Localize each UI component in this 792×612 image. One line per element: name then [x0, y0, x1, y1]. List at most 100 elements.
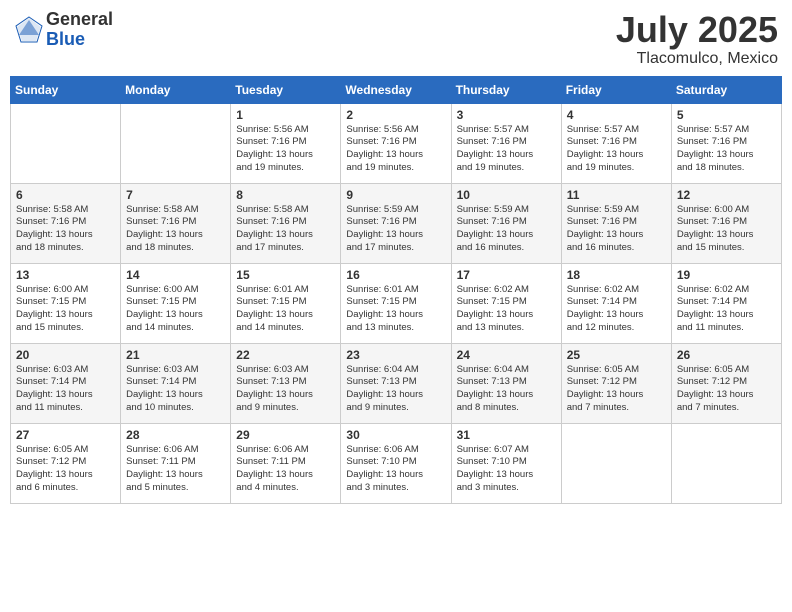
- day-info: Sunrise: 6:05 AM Sunset: 7:12 PM Dayligh…: [677, 364, 776, 415]
- day-info: Sunrise: 5:58 AM Sunset: 7:16 PM Dayligh…: [126, 204, 225, 255]
- table-cell: 10 Sunrise: 5:59 AM Sunset: 7:16 PM Dayli…: [451, 183, 561, 263]
- table-cell: 11Sunrise: 5:59 AM Sunset: 7:16 PM Dayli…: [561, 183, 671, 263]
- weekday-header-wednesday: Wednesday: [341, 76, 451, 103]
- day-number: 25: [567, 348, 666, 362]
- day-number: 29: [236, 428, 335, 442]
- table-cell: 29 Sunrise: 6:06 AM Sunset: 7:11 PM Dayli…: [231, 423, 341, 503]
- page-header: General Blue July 2025 Tlacomulco, Mexic…: [10, 10, 782, 68]
- day-info: Sunrise: 6:07 AM Sunset: 7:10 PM Dayligh…: [457, 444, 556, 495]
- day-number: 10: [457, 188, 556, 202]
- table-cell: 19 Sunrise: 6:02 AM Sunset: 7:14 PM Dayli…: [671, 263, 781, 343]
- day-info: Sunrise: 6:03 AM Sunset: 7:14 PM Dayligh…: [16, 364, 115, 415]
- day-info: Sunrise: 6:02 AM Sunset: 7:14 PM Dayligh…: [567, 284, 666, 335]
- day-info: Sunrise: 5:56 AM Sunset: 7:16 PM Dayligh…: [236, 124, 335, 175]
- table-cell: 31 Sunrise: 6:07 AM Sunset: 7:10 PM Dayli…: [451, 423, 561, 503]
- day-number: 20: [16, 348, 115, 362]
- day-number: 17: [457, 268, 556, 282]
- day-info: Sunrise: 6:06 AM Sunset: 7:11 PM Dayligh…: [126, 444, 225, 495]
- table-cell: 7Sunrise: 5:58 AM Sunset: 7:16 PM Daylig…: [121, 183, 231, 263]
- day-number: 3: [457, 108, 556, 122]
- day-number: 30: [346, 428, 445, 442]
- day-info: Sunrise: 5:57 AM Sunset: 7:16 PM Dayligh…: [457, 124, 556, 175]
- day-info: Sunrise: 6:05 AM Sunset: 7:12 PM Dayligh…: [16, 444, 115, 495]
- week-row-2: 6 Sunrise: 5:58 AM Sunset: 7:16 PM Daylig…: [11, 183, 782, 263]
- table-cell: [11, 103, 121, 183]
- day-info: Sunrise: 6:04 AM Sunset: 7:13 PM Dayligh…: [346, 364, 445, 415]
- day-info: Sunrise: 5:59 AM Sunset: 7:16 PM Dayligh…: [567, 204, 666, 255]
- table-cell: [671, 423, 781, 503]
- weekday-header-thursday: Thursday: [451, 76, 561, 103]
- week-row-4: 20 Sunrise: 6:03 AM Sunset: 7:14 PM Dayli…: [11, 343, 782, 423]
- day-number: 4: [567, 108, 666, 122]
- logo-text: General Blue: [46, 10, 113, 50]
- table-cell: [561, 423, 671, 503]
- logo-blue: Blue: [46, 30, 113, 50]
- table-cell: 20 Sunrise: 6:03 AM Sunset: 7:14 PM Dayli…: [11, 343, 121, 423]
- table-cell: 3 Sunrise: 5:57 AM Sunset: 7:16 PM Daylig…: [451, 103, 561, 183]
- table-cell: 21 Sunrise: 6:03 AM Sunset: 7:14 PM Dayli…: [121, 343, 231, 423]
- table-cell: 18 Sunrise: 6:02 AM Sunset: 7:14 PM Dayli…: [561, 263, 671, 343]
- day-info: Sunrise: 6:02 AM Sunset: 7:15 PM Dayligh…: [457, 284, 556, 335]
- day-number: 31: [457, 428, 556, 442]
- weekday-header-sunday: Sunday: [11, 76, 121, 103]
- day-number: 12: [677, 188, 776, 202]
- day-number: 13: [16, 268, 115, 282]
- day-number: 6: [16, 188, 115, 202]
- weekday-header-tuesday: Tuesday: [231, 76, 341, 103]
- day-info: Sunrise: 5:59 AM Sunset: 7:16 PM Dayligh…: [346, 204, 445, 255]
- day-number: 27: [16, 428, 115, 442]
- table-cell: 22 Sunrise: 6:03 AM Sunset: 7:13 PM Dayli…: [231, 343, 341, 423]
- table-cell: 23Sunrise: 6:04 AM Sunset: 7:13 PM Dayli…: [341, 343, 451, 423]
- day-info: Sunrise: 5:58 AM Sunset: 7:16 PM Dayligh…: [236, 204, 335, 255]
- day-info: Sunrise: 6:00 AM Sunset: 7:16 PM Dayligh…: [677, 204, 776, 255]
- weekday-header-saturday: Saturday: [671, 76, 781, 103]
- table-cell: 12 Sunrise: 6:00 AM Sunset: 7:16 PM Dayli…: [671, 183, 781, 263]
- table-cell: 13Sunrise: 6:00 AM Sunset: 7:15 PM Dayli…: [11, 263, 121, 343]
- day-number: 28: [126, 428, 225, 442]
- day-number: 18: [567, 268, 666, 282]
- day-info: Sunrise: 6:03 AM Sunset: 7:14 PM Dayligh…: [126, 364, 225, 415]
- day-info: Sunrise: 6:04 AM Sunset: 7:13 PM Dayligh…: [457, 364, 556, 415]
- table-cell: 30Sunrise: 6:06 AM Sunset: 7:10 PM Dayli…: [341, 423, 451, 503]
- day-info: Sunrise: 6:03 AM Sunset: 7:13 PM Dayligh…: [236, 364, 335, 415]
- day-info: Sunrise: 5:57 AM Sunset: 7:16 PM Dayligh…: [677, 124, 776, 175]
- table-cell: 9 Sunrise: 5:59 AM Sunset: 7:16 PM Daylig…: [341, 183, 451, 263]
- table-cell: 4 Sunrise: 5:57 AM Sunset: 7:16 PM Daylig…: [561, 103, 671, 183]
- day-info: Sunrise: 6:00 AM Sunset: 7:15 PM Dayligh…: [126, 284, 225, 335]
- table-cell: 28 Sunrise: 6:06 AM Sunset: 7:11 PM Dayli…: [121, 423, 231, 503]
- day-number: 19: [677, 268, 776, 282]
- table-cell: 17 Sunrise: 6:02 AM Sunset: 7:15 PM Dayli…: [451, 263, 561, 343]
- table-cell: 1Sunrise: 5:56 AM Sunset: 7:16 PM Daylig…: [231, 103, 341, 183]
- title-block: July 2025 Tlacomulco, Mexico: [616, 10, 778, 68]
- table-cell: 24 Sunrise: 6:04 AM Sunset: 7:13 PM Dayli…: [451, 343, 561, 423]
- table-cell: 15Sunrise: 6:01 AM Sunset: 7:15 PM Dayli…: [231, 263, 341, 343]
- day-info: Sunrise: 6:01 AM Sunset: 7:15 PM Dayligh…: [346, 284, 445, 335]
- week-row-5: 27 Sunrise: 6:05 AM Sunset: 7:12 PM Dayli…: [11, 423, 782, 503]
- day-number: 2: [346, 108, 445, 122]
- week-row-3: 13 Sunrise: 6:00 AM Sunset: 7:15 PM Dayli…: [11, 263, 782, 343]
- logo-icon: [14, 15, 44, 45]
- day-info: Sunrise: 6:01 AM Sunset: 7:15 PM Dayligh…: [236, 284, 335, 335]
- day-info: Sunrise: 5:58 AM Sunset: 7:16 PM Dayligh…: [16, 204, 115, 255]
- day-info: Sunrise: 6:06 AM Sunset: 7:11 PM Dayligh…: [236, 444, 335, 495]
- week-row-1: 1Sunrise: 5:56 AM Sunset: 7:16 PM Daylig…: [11, 103, 782, 183]
- day-info: Sunrise: 6:02 AM Sunset: 7:14 PM Dayligh…: [677, 284, 776, 335]
- weekday-header-row: SundayMondayTuesdayWednesdayThursdayFrid…: [11, 76, 782, 103]
- table-cell: 27 Sunrise: 6:05 AM Sunset: 7:12 PM Dayli…: [11, 423, 121, 503]
- weekday-header-monday: Monday: [121, 76, 231, 103]
- logo-general: General: [46, 10, 113, 30]
- day-number: 9: [346, 188, 445, 202]
- day-number: 22: [236, 348, 335, 362]
- table-cell: 25Sunrise: 6:05 AM Sunset: 7:12 PM Dayli…: [561, 343, 671, 423]
- day-info: Sunrise: 5:56 AM Sunset: 7:16 PM Dayligh…: [346, 124, 445, 175]
- day-number: 21: [126, 348, 225, 362]
- location: Tlacomulco, Mexico: [616, 50, 778, 68]
- day-number: 24: [457, 348, 556, 362]
- day-info: Sunrise: 5:59 AM Sunset: 7:16 PM Dayligh…: [457, 204, 556, 255]
- day-info: Sunrise: 5:57 AM Sunset: 7:16 PM Dayligh…: [567, 124, 666, 175]
- day-number: 14: [126, 268, 225, 282]
- table-cell: 14 Sunrise: 6:00 AM Sunset: 7:15 PM Dayli…: [121, 263, 231, 343]
- table-cell: 16Sunrise: 6:01 AM Sunset: 7:15 PM Dayli…: [341, 263, 451, 343]
- table-cell: 5Sunrise: 5:57 AM Sunset: 7:16 PM Daylig…: [671, 103, 781, 183]
- day-number: 8: [236, 188, 335, 202]
